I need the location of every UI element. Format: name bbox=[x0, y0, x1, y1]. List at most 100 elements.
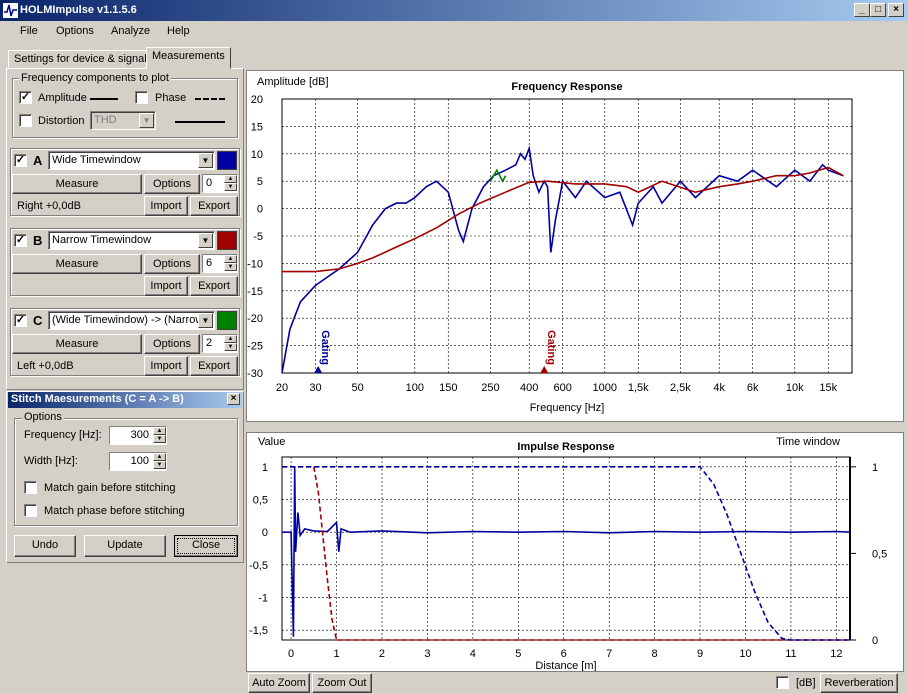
auto-zoom-button[interactable]: Auto Zoom bbox=[248, 673, 310, 693]
measurement-b-export-button[interactable]: Export bbox=[190, 276, 238, 296]
fr-y-tick-label: -20 bbox=[247, 313, 263, 325]
measurement-a-import-button[interactable]: Import bbox=[144, 196, 188, 216]
measurement-c-color-swatch[interactable] bbox=[217, 311, 237, 330]
ir-y-tick-label: -0,5 bbox=[249, 560, 268, 572]
tab-measurements[interactable]: Measurements bbox=[146, 47, 231, 69]
measurement-b-letter: B bbox=[33, 233, 43, 248]
amplitude-checkbox[interactable]: ✓ bbox=[19, 91, 32, 104]
fr-x-tick-label: 400 bbox=[520, 382, 538, 394]
match-gain-checkbox[interactable] bbox=[24, 481, 37, 494]
chevron-down-icon[interactable]: ▼ bbox=[139, 113, 154, 128]
measurement-a-info: Right +0,0dB bbox=[17, 200, 81, 212]
measurement-a-spinner[interactable]: 0 ▲ ▼ bbox=[202, 174, 238, 193]
measurement-c-checkbox[interactable]: ✓ bbox=[14, 314, 27, 327]
ir-x-tick-label: 4 bbox=[470, 648, 476, 660]
ir-y2-tick-label: 1 bbox=[872, 462, 878, 474]
menu-analyze[interactable]: Analyze bbox=[111, 25, 150, 37]
spin-down-icon[interactable]: ▼ bbox=[224, 263, 237, 271]
fr-x-tick-label: 2,5k bbox=[670, 382, 691, 394]
frequency-response-chart[interactable]: Frequency Response Amplitude [dB] Frequenc… bbox=[246, 70, 904, 422]
spin-up-icon[interactable]: ▲ bbox=[153, 427, 166, 435]
distortion-select[interactable]: THD ▼ bbox=[90, 111, 156, 130]
chevron-down-icon[interactable]: ▼ bbox=[198, 313, 213, 328]
measurement-a-options-button[interactable]: Options bbox=[144, 174, 200, 194]
menu-help[interactable]: Help bbox=[167, 25, 190, 37]
measurement-a-name-select[interactable]: Wide Timewindow ▼ bbox=[48, 151, 215, 170]
measurement-b-measure-button[interactable]: Measure bbox=[12, 254, 142, 274]
maximize-button[interactable]: □ bbox=[870, 3, 886, 17]
fr-y-tick-label: -30 bbox=[247, 368, 263, 380]
measurement-a-measure-button[interactable]: Measure bbox=[12, 174, 142, 194]
measurement-b-spinner[interactable]: 6 ▲ ▼ bbox=[202, 254, 238, 273]
measurement-c-spinner[interactable]: 2 ▲ ▼ bbox=[202, 334, 238, 353]
impulse-response-chart[interactable]: Impulse Response Value Time window Distance… bbox=[246, 432, 904, 672]
measurement-b-options-button[interactable]: Options bbox=[144, 254, 200, 274]
spin-up-icon[interactable]: ▲ bbox=[153, 453, 166, 461]
fr-x-tick-label: 50 bbox=[351, 382, 363, 394]
measurement-c-options-button[interactable]: Options bbox=[144, 334, 200, 354]
spin-up-icon[interactable]: ▲ bbox=[224, 255, 237, 263]
chevron-down-icon[interactable]: ▼ bbox=[198, 153, 213, 168]
ir-plot-frame bbox=[281, 456, 851, 641]
measurement-c-import-button[interactable]: Import bbox=[144, 356, 188, 376]
measurement-c-measure-button[interactable]: Measure bbox=[12, 334, 142, 354]
zoom-out-button[interactable]: Zoom Out bbox=[312, 673, 372, 693]
stitch-frequency-input[interactable]: 300 ▲ ▼ bbox=[109, 426, 167, 445]
ir-x-tick-label: 5 bbox=[515, 648, 521, 660]
stitch-options-label: Options bbox=[22, 411, 64, 423]
stitch-close-icon[interactable]: × bbox=[227, 393, 240, 405]
ir-x-tick-label: 7 bbox=[606, 648, 612, 660]
tab-settings[interactable]: Settings for device & signal bbox=[8, 50, 153, 68]
measurement-c-name-select[interactable]: (Wide Timewindow) -> (Narrow ▼ bbox=[48, 311, 215, 330]
ir-y2-tick-label: 0 bbox=[872, 635, 878, 647]
chevron-down-icon[interactable]: ▼ bbox=[198, 233, 213, 248]
close-stitch-button[interactable]: Close bbox=[174, 535, 238, 557]
phase-checkbox[interactable] bbox=[135, 91, 148, 104]
undo-button[interactable]: Undo bbox=[14, 535, 76, 557]
spin-down-icon[interactable]: ▼ bbox=[153, 461, 166, 469]
impulse-response-svg[interactable]: Impulse Response Value Time window Distance… bbox=[247, 433, 903, 672]
measurement-a-export-button[interactable]: Export bbox=[190, 196, 238, 216]
reverberation-button[interactable]: Reverberation bbox=[820, 673, 898, 693]
close-window-button[interactable]: × bbox=[888, 3, 904, 17]
menu-file[interactable]: File bbox=[20, 25, 38, 37]
stitch-frequency-value: 300 bbox=[130, 429, 149, 441]
minimize-button[interactable]: _ bbox=[854, 3, 870, 17]
ir-x-tick-label: 3 bbox=[424, 648, 430, 660]
gating-marker-1 bbox=[540, 366, 549, 373]
spin-up-icon[interactable]: ▲ bbox=[224, 175, 237, 183]
ir-x-tick-label: 0 bbox=[288, 648, 294, 660]
measurement-a-color-swatch[interactable] bbox=[217, 151, 237, 170]
db-checkbox[interactable] bbox=[776, 676, 789, 689]
fr-ylabel: Amplitude [dB] bbox=[257, 76, 329, 88]
spin-down-icon[interactable]: ▼ bbox=[153, 435, 166, 443]
measurement-a-checkbox[interactable]: ✓ bbox=[14, 154, 27, 167]
stitch-width-label: Width [Hz]: bbox=[24, 455, 78, 467]
menu-options[interactable]: Options bbox=[56, 25, 94, 37]
spin-down-icon[interactable]: ▼ bbox=[224, 183, 237, 191]
measurement-b-color-swatch[interactable] bbox=[217, 231, 237, 250]
gating-label-0: Gating bbox=[319, 330, 331, 365]
update-button[interactable]: Update bbox=[84, 535, 166, 557]
measurement-c-export-button[interactable]: Export bbox=[190, 356, 238, 376]
measurement-a-name: Wide Timewindow bbox=[52, 154, 141, 166]
match-phase-checkbox[interactable] bbox=[24, 504, 37, 517]
spin-up-icon[interactable]: ▲ bbox=[224, 335, 237, 343]
fr-x-tick-label: 250 bbox=[481, 382, 499, 394]
fr-y-tick-label: -25 bbox=[247, 341, 263, 353]
distortion-checkbox[interactable] bbox=[19, 114, 32, 127]
fr-x-tick-label: 15k bbox=[819, 382, 837, 394]
ir-x-tick-label: 9 bbox=[697, 648, 703, 660]
spin-down-icon[interactable]: ▼ bbox=[224, 343, 237, 351]
fr-y-tick-label: -5 bbox=[253, 231, 263, 243]
measurement-b-checkbox[interactable]: ✓ bbox=[14, 234, 27, 247]
freq-components-title: Frequency components to plot bbox=[19, 72, 171, 84]
fr-x-tick-label: 10k bbox=[786, 382, 804, 394]
measurement-b-import-button[interactable]: Import bbox=[144, 276, 188, 296]
frequency-response-svg[interactable]: Frequency Response Amplitude [dB] Frequenc… bbox=[247, 71, 903, 421]
ir-x-tick-label: 12 bbox=[830, 648, 842, 660]
measurement-b-name-select[interactable]: Narrow Timewindow ▼ bbox=[48, 231, 215, 250]
ir-y-tick-label: -1 bbox=[258, 593, 268, 605]
fr-x-tick-label: 1000 bbox=[593, 382, 617, 394]
stitch-width-input[interactable]: 100 ▲ ▼ bbox=[109, 452, 167, 471]
